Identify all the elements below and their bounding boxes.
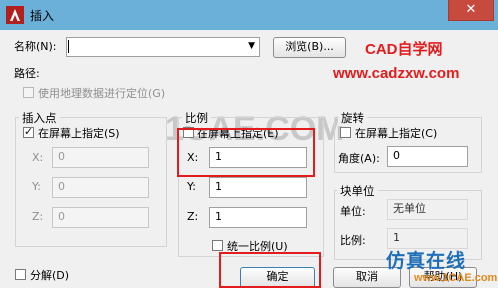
scale-y-field[interactable]: 1 — [209, 177, 307, 198]
site-logo-watermark: 仿真在线 www.1CAE.com — [380, 246, 498, 288]
logo-url: www.1CAE.com — [414, 272, 498, 284]
angle-field[interactable]: 0 — [387, 146, 468, 167]
brand-title: CAD自学网 — [365, 41, 443, 58]
scale-legend: 比例 — [182, 110, 211, 126]
unit-label: 单位: — [340, 205, 366, 218]
insertion-specify-checkbox[interactable] — [23, 125, 34, 138]
insertion-point-legend: 插入点 — [19, 110, 60, 126]
insertion-specify-label: 在屏幕上指定(S) — [38, 127, 120, 140]
close-button[interactable]: ✕ — [448, 0, 494, 21]
explode-checkbox[interactable] — [15, 269, 26, 280]
logo-text: 仿真在线 — [386, 250, 467, 272]
path-label: 路径: — [14, 67, 40, 80]
scale-highlight-box — [177, 128, 315, 177]
window-title: 插入 — [30, 9, 55, 23]
insertion-y-label: Y: — [32, 180, 41, 193]
insertion-x-field[interactable]: 0 — [52, 147, 149, 168]
brand-url: www.cadzxw.com — [333, 65, 460, 82]
scale-y-label: Y: — [187, 180, 196, 193]
autocad-app-icon — [6, 6, 24, 24]
block-unit-legend: 块单位 — [337, 183, 378, 199]
rotation-specify-label: 在屏幕上指定(C) — [355, 127, 438, 140]
geo-checkbox-label: 使用地理数据进行定位(G) — [38, 87, 166, 100]
text-cursor — [68, 40, 69, 53]
rotation-specify-checkbox[interactable] — [340, 127, 351, 138]
name-label: 名称(N): — [14, 40, 57, 53]
insertion-z-field[interactable]: 0 — [52, 207, 149, 228]
ok-highlight-box — [219, 252, 321, 288]
factor-label: 比例: — [340, 234, 366, 247]
dropdown-arrow-icon[interactable]: ▼ — [248, 39, 255, 53]
rotation-legend: 旋转 — [338, 110, 367, 126]
unit-value: 无单位 — [387, 199, 468, 220]
insertion-x-label: X: — [32, 151, 44, 164]
insertion-z-label: Z: — [32, 210, 44, 223]
name-combobox[interactable]: ▼ — [66, 37, 260, 57]
angle-label: 角度(A): — [338, 152, 380, 165]
uniform-scale-checkbox[interactable] — [212, 240, 223, 251]
scale-z-label: Z: — [187, 210, 199, 223]
scale-z-field[interactable]: 1 — [209, 207, 307, 228]
insertion-y-field[interactable]: 0 — [52, 177, 149, 198]
explode-label: 分解(D) — [30, 269, 70, 282]
title-bar — [0, 0, 498, 30]
geo-checkbox[interactable] — [23, 87, 34, 98]
browse-button[interactable]: 浏览(B)... — [273, 37, 346, 58]
